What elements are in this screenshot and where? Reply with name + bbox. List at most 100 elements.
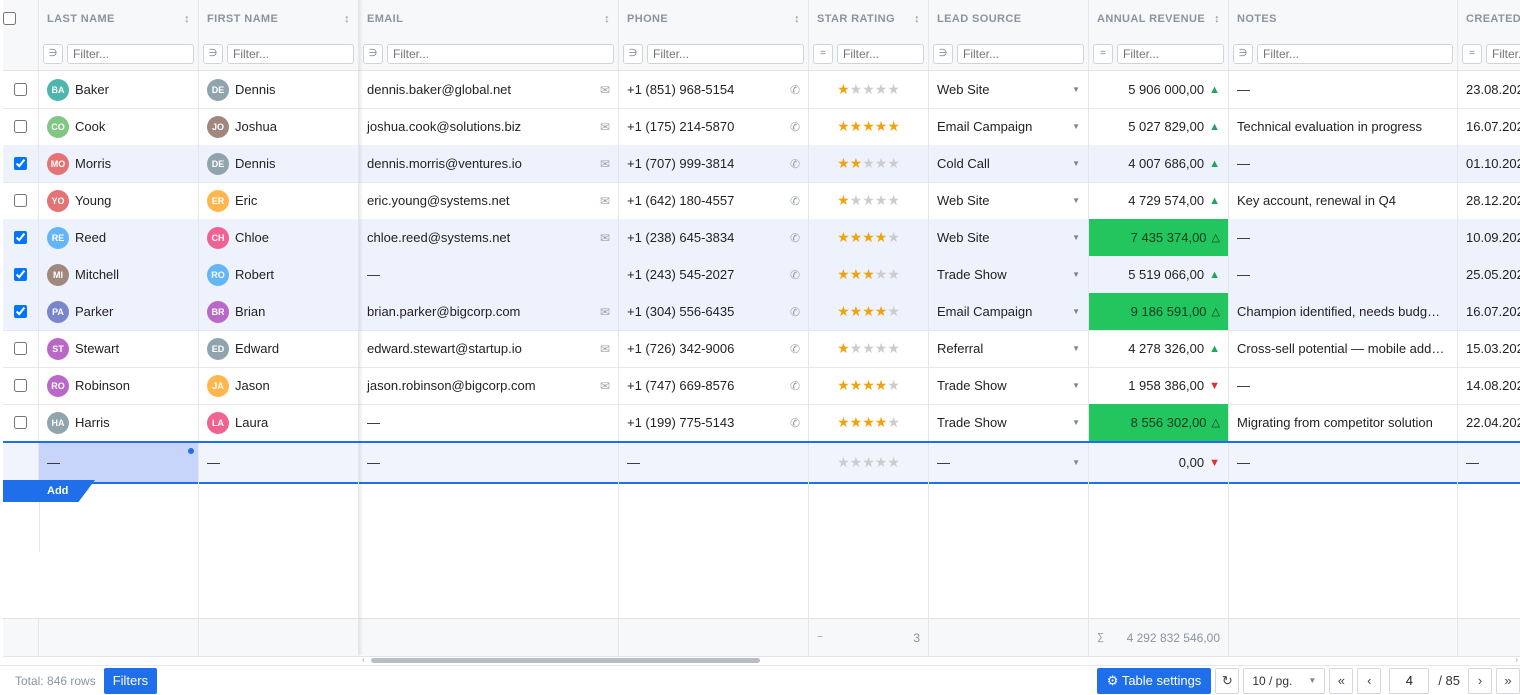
star-rating-cell[interactable]: ★ ★ ★ ★ ★ bbox=[809, 367, 929, 404]
add-row-button[interactable]: Add bbox=[3, 480, 95, 502]
created-cell[interactable]: 16.07.2024 bbox=[1458, 108, 1520, 145]
star-icon[interactable]: ★ bbox=[875, 81, 888, 98]
mail-icon[interactable]: ✉ bbox=[600, 157, 610, 171]
filter-operator-button[interactable]: = bbox=[1093, 43, 1113, 64]
phone-cell[interactable]: +1 (304) 556-6435 ✆ bbox=[619, 293, 809, 330]
mail-icon[interactable]: ✉ bbox=[600, 342, 610, 356]
email-cell[interactable]: — bbox=[359, 256, 619, 293]
filter-input-phone[interactable] bbox=[647, 43, 804, 64]
column-header-first-name[interactable]: FIRST NAME ↕ bbox=[199, 0, 359, 37]
created-cell[interactable]: 28.12.2024 bbox=[1458, 182, 1520, 219]
table-row[interactable]: YO Young ER Eric eric.young@systems.net ✉ +1 (… bbox=[3, 182, 1520, 220]
refresh-icon[interactable]: ↻ bbox=[1215, 667, 1240, 694]
star-icon[interactable]: ★ bbox=[875, 303, 888, 320]
filter-input-first-name[interactable] bbox=[227, 43, 354, 64]
created-cell[interactable]: 23.08.2024 bbox=[1458, 71, 1520, 108]
star-icon[interactable]: ★ bbox=[850, 192, 863, 209]
phone-cell[interactable]: +1 (243) 545-2027 ✆ bbox=[619, 256, 809, 293]
star-icon[interactable]: ★ bbox=[862, 414, 875, 431]
next-page-button[interactable]: › bbox=[1468, 667, 1492, 694]
star-icon[interactable]: ★ bbox=[875, 414, 888, 431]
star-rating-cell[interactable]: ★ ★ ★ ★ ★ bbox=[809, 108, 929, 145]
mail-icon[interactable]: ✉ bbox=[600, 379, 610, 393]
email-cell[interactable]: jason.robinson@bigcorp.com ✉ bbox=[359, 367, 619, 404]
phone-cell[interactable]: +1 (851) 968-5154 ✆ bbox=[619, 71, 809, 108]
table-row[interactable]: CO Cook JO Joshua joshua.cook@solutions.biz ✉… bbox=[3, 108, 1520, 146]
annual-revenue-cell[interactable]: 9 186 591,00 △ bbox=[1089, 293, 1229, 330]
scrollbar-thumb[interactable] bbox=[371, 658, 760, 663]
star-icon[interactable]: ★ bbox=[875, 155, 888, 172]
star-icon[interactable]: ★ bbox=[862, 303, 875, 320]
star-icon[interactable]: ★ bbox=[862, 192, 875, 209]
star-icon[interactable]: ★ bbox=[862, 81, 875, 98]
last-name-cell[interactable]: PA Parker bbox=[39, 293, 199, 330]
star-icon[interactable]: ★ bbox=[850, 340, 863, 357]
star-icon[interactable]: ★ bbox=[837, 340, 850, 357]
filter-operator-button[interactable]: ∋ bbox=[1233, 43, 1253, 64]
star-rating-cell[interactable]: ★ ★ ★ ★ ★ bbox=[809, 71, 929, 108]
sort-icon[interactable]: ↕ bbox=[914, 13, 920, 25]
horizontal-scrollbar[interactable]: ‹ › bbox=[360, 655, 1520, 665]
filter-operator-button[interactable]: ∋ bbox=[43, 43, 63, 64]
select-all-checkbox[interactable] bbox=[3, 12, 16, 25]
chevron-down-icon[interactable]: ▼ bbox=[1072, 85, 1080, 94]
row-checkbox[interactable] bbox=[14, 342, 27, 355]
lead-source-cell[interactable]: Cold Call ▼ bbox=[929, 145, 1089, 182]
created-cell[interactable]: 25.05.2024 bbox=[1458, 256, 1520, 293]
notes-cell[interactable]: — bbox=[1229, 71, 1458, 108]
new-row-annual-revenue-cell[interactable]: 0,00 ▼ bbox=[1089, 443, 1229, 482]
star-icon[interactable]: ★ bbox=[862, 155, 875, 172]
phone-cell[interactable]: +1 (642) 180-4557 ✆ bbox=[619, 182, 809, 219]
prev-page-button[interactable]: ‹ bbox=[1357, 667, 1382, 694]
filter-operator-button[interactable]: ∋ bbox=[933, 43, 953, 64]
star-rating-cell[interactable]: ★ ★ ★ ★ ★ bbox=[809, 330, 929, 367]
first-name-cell[interactable]: DE Dennis bbox=[199, 71, 359, 108]
row-checkbox[interactable] bbox=[14, 416, 27, 429]
star-icon[interactable]: ★ bbox=[875, 118, 888, 135]
phone-cell[interactable]: +1 (707) 999-3814 ✆ bbox=[619, 145, 809, 182]
new-row-last-name-cell[interactable]: — bbox=[39, 443, 199, 482]
last-page-button[interactable]: » bbox=[1496, 667, 1520, 694]
notes-cell[interactable]: Migrating from competitor solution bbox=[1229, 404, 1458, 441]
last-name-cell[interactable]: HA Harris bbox=[39, 404, 199, 441]
lead-source-cell[interactable]: Trade Show ▼ bbox=[929, 404, 1089, 441]
star-icon[interactable]: ★ bbox=[887, 266, 900, 283]
notes-cell[interactable]: — bbox=[1229, 367, 1458, 404]
star-icon[interactable]: ★ bbox=[862, 454, 875, 471]
scroll-right-icon[interactable]: › bbox=[1515, 655, 1518, 664]
column-header-email[interactable]: EMAIL ↕ bbox=[359, 0, 619, 37]
star-icon[interactable]: ★ bbox=[837, 454, 850, 471]
created-cell[interactable]: 14.08.2024 bbox=[1458, 367, 1520, 404]
annual-revenue-cell[interactable]: 1 958 386,00 ▼ bbox=[1089, 367, 1229, 404]
star-rating-cell[interactable]: ★ ★ ★ ★ ★ bbox=[809, 256, 929, 293]
notes-cell[interactable]: Champion identified, needs budg… bbox=[1229, 293, 1458, 330]
mail-icon[interactable]: ✉ bbox=[600, 305, 610, 319]
created-cell[interactable]: 10.09.2024 bbox=[1458, 219, 1520, 256]
annual-revenue-cell[interactable]: 5 519 066,00 ▲ bbox=[1089, 256, 1229, 293]
first-name-cell[interactable]: ED Edward bbox=[199, 330, 359, 367]
created-cell[interactable]: 15.03.2024 bbox=[1458, 330, 1520, 367]
lead-source-cell[interactable]: Trade Show ▼ bbox=[929, 256, 1089, 293]
star-icon[interactable]: ★ bbox=[887, 192, 900, 209]
star-icon[interactable]: ★ bbox=[837, 192, 850, 209]
filters-button[interactable]: Filters bbox=[103, 667, 158, 694]
mail-icon[interactable]: ✉ bbox=[600, 120, 610, 134]
lead-source-cell[interactable]: Referral ▼ bbox=[929, 330, 1089, 367]
notes-cell[interactable]: — bbox=[1229, 256, 1458, 293]
mail-icon[interactable]: ✉ bbox=[600, 194, 610, 208]
phone-cell[interactable]: +1 (238) 645-3834 ✆ bbox=[619, 219, 809, 256]
annual-revenue-cell[interactable]: 8 556 302,00 △ bbox=[1089, 404, 1229, 441]
filter-input-email[interactable] bbox=[387, 43, 614, 64]
last-name-cell[interactable]: RO Robinson bbox=[39, 367, 199, 404]
star-icon[interactable]: ★ bbox=[862, 340, 875, 357]
filter-input-created[interactable] bbox=[1486, 43, 1520, 64]
filter-operator-button[interactable]: ∋ bbox=[363, 43, 383, 64]
star-icon[interactable]: ★ bbox=[887, 340, 900, 357]
first-name-cell[interactable]: BR Brian bbox=[199, 293, 359, 330]
star-icon[interactable]: ★ bbox=[887, 303, 900, 320]
star-icon[interactable]: ★ bbox=[887, 414, 900, 431]
row-checkbox[interactable] bbox=[14, 305, 27, 318]
new-row-first-name-cell[interactable]: — bbox=[199, 443, 359, 482]
star-icon[interactable]: ★ bbox=[862, 377, 875, 394]
table-row[interactable]: RO Robinson JA Jason jason.robinson@bigcorp.… bbox=[3, 367, 1520, 405]
